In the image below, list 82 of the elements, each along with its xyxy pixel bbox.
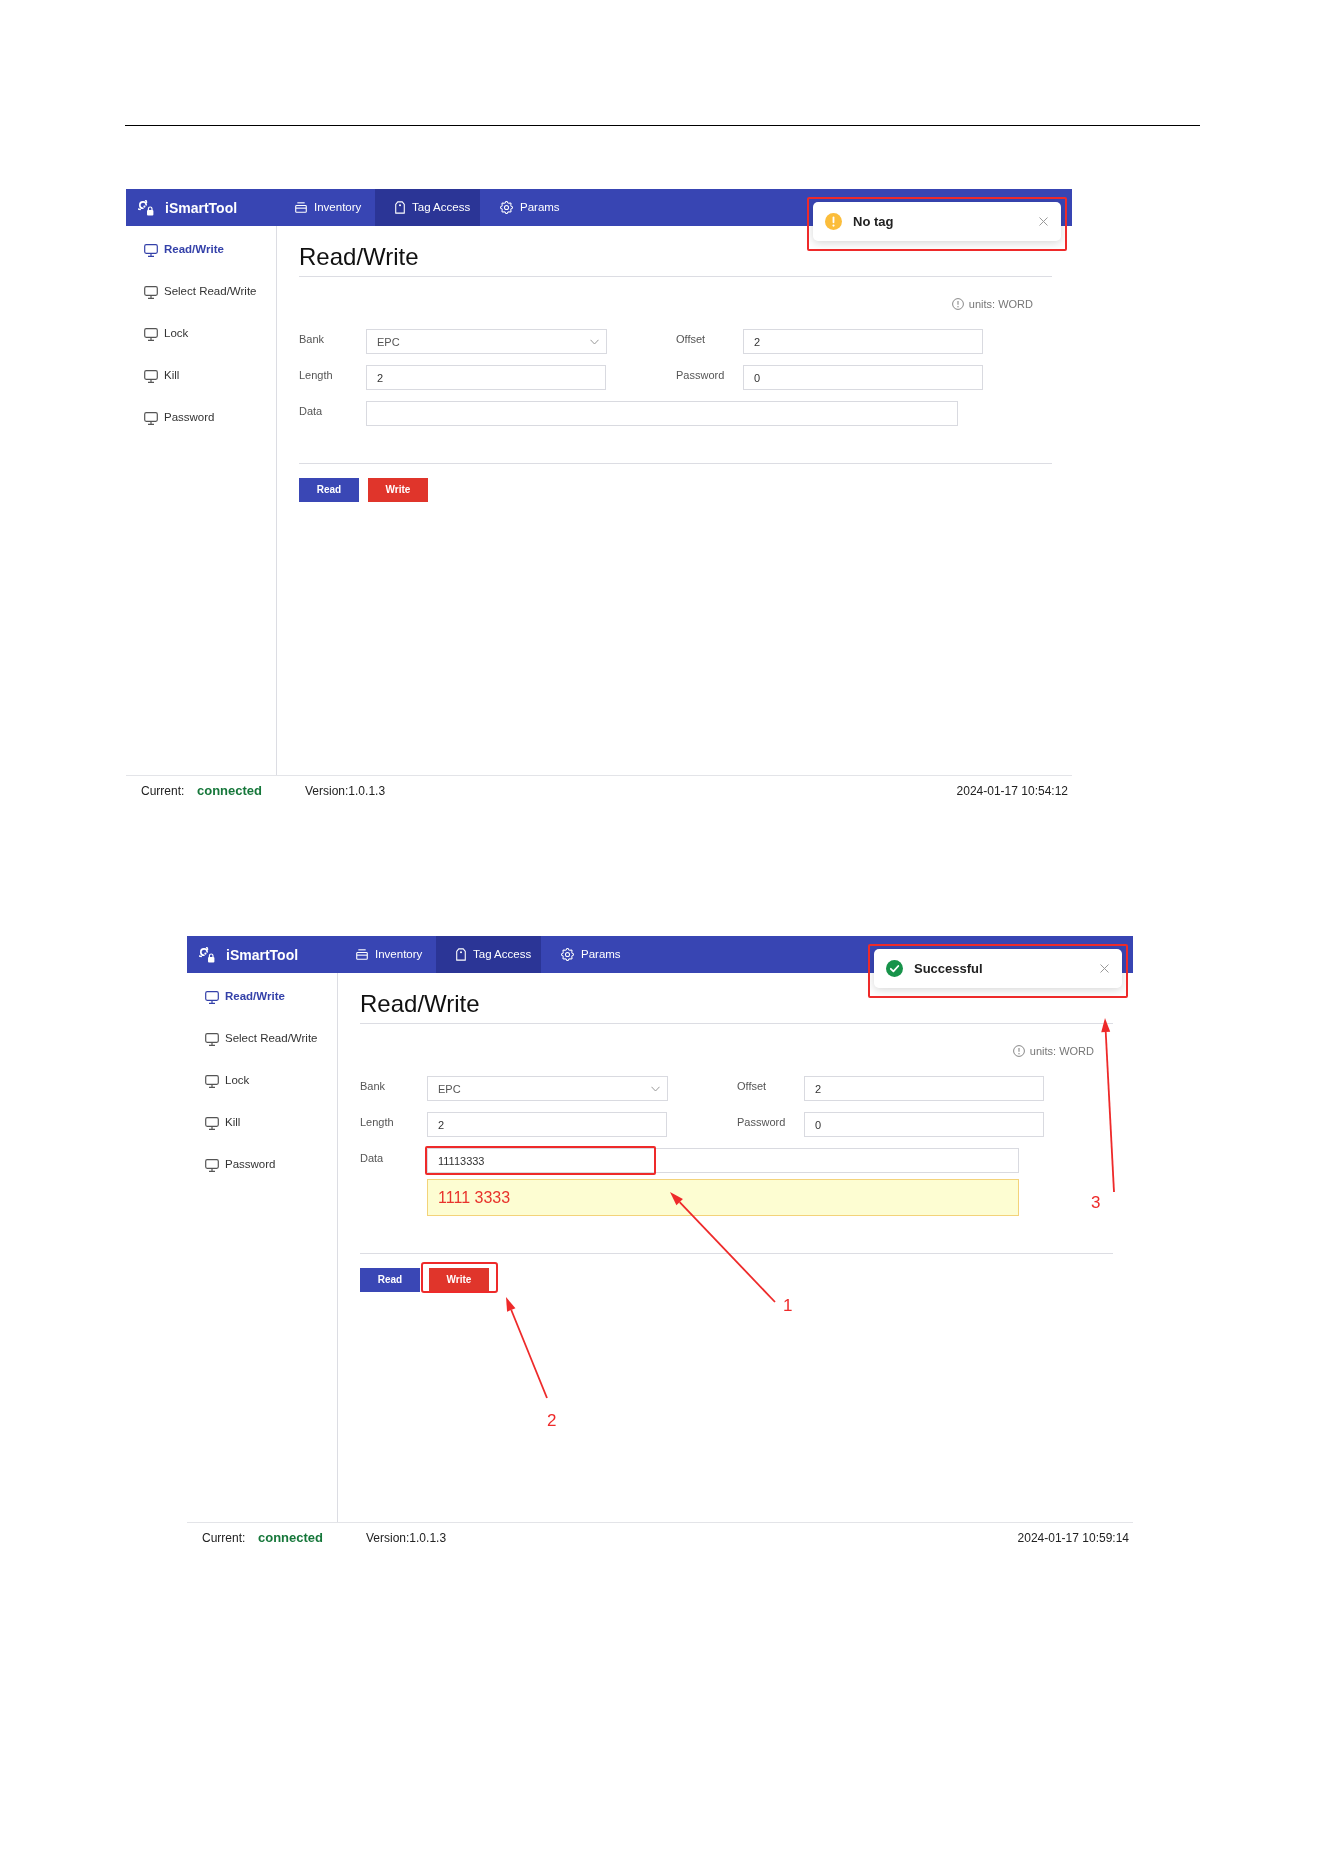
settings-icon [500,201,513,214]
date-time: 2024-01-17 10:59:14 [1017,1530,1129,1545]
app-name: iSmartTool [226,947,299,962]
sidebar-item[interactable]: Password [126,397,276,439]
input-field[interactable] [366,401,958,426]
sidebar-item[interactable]: Lock [126,313,276,355]
tag-icon [395,201,405,214]
field-label: Bank [299,333,325,345]
info-icon [1012,1045,1025,1057]
toast-message: No tag [853,212,894,231]
callout-number: 3 [1091,1193,1101,1213]
version-text: Version:1.0.1.3 [366,1529,447,1546]
monitor-icon [205,990,219,1004]
connection-status: connected [258,1529,323,1545]
input-field[interactable]: 11113333 [427,1148,1019,1173]
input-field[interactable]: 2 [743,329,983,354]
success-check-icon [886,960,903,977]
input-field[interactable]: 2 [804,1076,1044,1101]
info-icon [951,298,964,310]
sidebar-item[interactable]: Password [187,1144,337,1186]
date-time: 2024-01-17 10:54:12 [956,783,1068,798]
monitor-icon [205,1116,219,1130]
toast-message: Successful [914,959,983,978]
monitor-icon [144,243,158,257]
action-button[interactable]: Read [360,1267,420,1292]
monitor-icon [205,1074,219,1088]
sidebar-item[interactable]: Read/Write [126,229,276,271]
version-text: Version:1.0.1.3 [305,782,386,799]
field-label: Length [299,369,333,381]
nav-tab[interactable]: Tag Access [375,189,480,226]
field-label: Data [299,405,323,417]
input-field[interactable]: 0 [743,365,983,390]
monitor-icon [144,285,158,299]
dropdown-field[interactable]: EPC [427,1076,668,1101]
field-label: Offset [737,1080,767,1092]
callout-number: 1 [783,1296,793,1316]
dropdown-field[interactable]: EPC [366,329,607,354]
monitor-icon [144,369,158,383]
app-name: iSmartTool [165,200,238,215]
warning-icon [825,213,842,230]
signal-lock-icon [138,199,154,216]
units-note: units: WORD [1029,1044,1094,1059]
monitor-icon [144,411,158,425]
tray-icon [295,202,307,213]
input-field[interactable]: 0 [804,1112,1044,1137]
field-label: Bank [360,1080,386,1092]
connection-status: connected [197,782,262,798]
sidebar-item[interactable]: Kill [187,1102,337,1144]
tray-icon [356,949,368,960]
units-note: units: WORD [968,297,1033,312]
monitor-icon [205,1032,219,1046]
input-field[interactable]: 2 [427,1112,667,1137]
action-button[interactable]: Write [429,1267,489,1292]
sidebar-item[interactable]: Kill [126,355,276,397]
field-label: Password [676,369,725,381]
sidebar-item[interactable]: Select Read/Write [126,271,276,313]
close-icon[interactable] [1039,217,1048,226]
field-label: Data [360,1152,384,1164]
page-title: Read/Write [299,242,420,272]
sidebar-item[interactable]: Lock [187,1060,337,1102]
settings-icon [561,948,574,961]
action-button[interactable]: Write [368,477,428,502]
monitor-icon [205,1158,219,1172]
tag-icon [456,948,466,961]
status-label: Current: [141,783,185,798]
sidebar-item[interactable]: Read/Write [187,976,337,1018]
data-preview: 1111 3333 [427,1179,1019,1216]
page-title: Read/Write [360,989,481,1019]
field-label: Length [360,1116,394,1128]
input-field[interactable]: 2 [366,365,606,390]
signal-lock-icon [199,946,215,963]
sidebar-item[interactable]: Select Read/Write [187,1018,337,1060]
chevron-down-icon [651,1085,660,1092]
field-label: Offset [676,333,706,345]
monitor-icon [144,327,158,341]
action-button[interactable]: Read [299,477,359,502]
nav-tab[interactable]: Tag Access [436,936,541,973]
callout-number: 2 [547,1411,557,1431]
close-icon[interactable] [1100,964,1109,973]
chevron-down-icon [590,338,599,345]
status-label: Current: [202,1530,246,1545]
field-label: Password [737,1116,786,1128]
